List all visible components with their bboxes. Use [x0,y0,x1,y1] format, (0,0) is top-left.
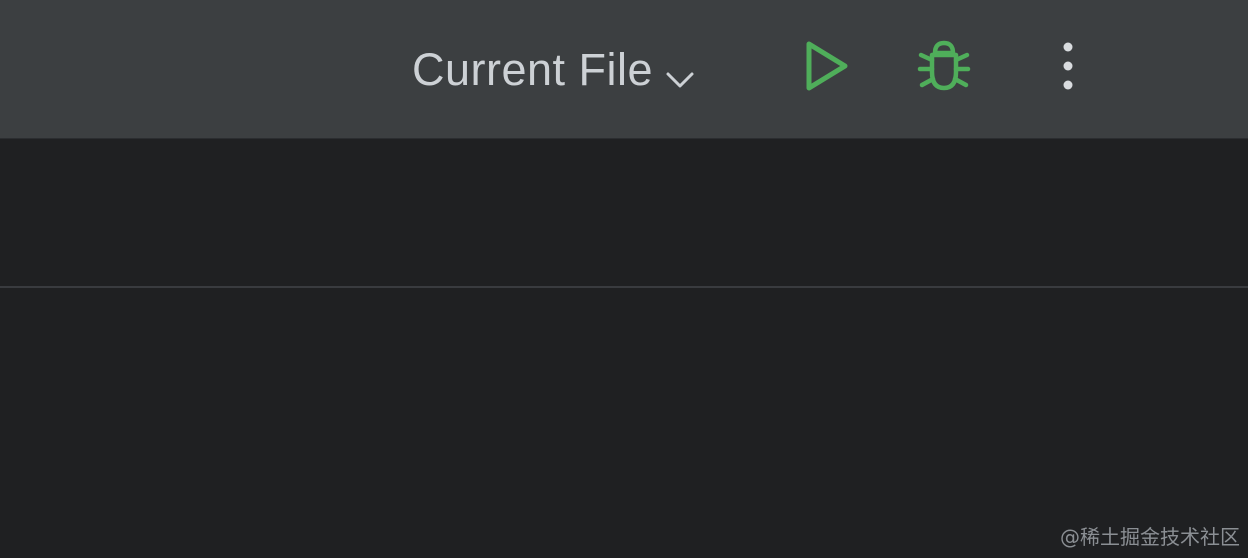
bug-icon [915,38,973,99]
run-configuration-label: Current File [412,44,654,95]
run-configuration-selector[interactable]: Current File [400,32,709,108]
play-icon [800,38,852,99]
watermark: @稀土掘金技术社区 [1060,525,1240,549]
editor-tabs-area [0,139,1248,288]
main-toolbar: Current File [0,0,1248,139]
more-options-button[interactable] [1030,30,1106,106]
more-vertical-icon [1058,38,1078,99]
run-button[interactable] [788,30,864,106]
debug-button[interactable] [906,30,982,106]
chevron-down-icon [663,56,697,90]
editor-area[interactable] [0,139,1248,558]
editor-content[interactable] [0,290,1248,558]
